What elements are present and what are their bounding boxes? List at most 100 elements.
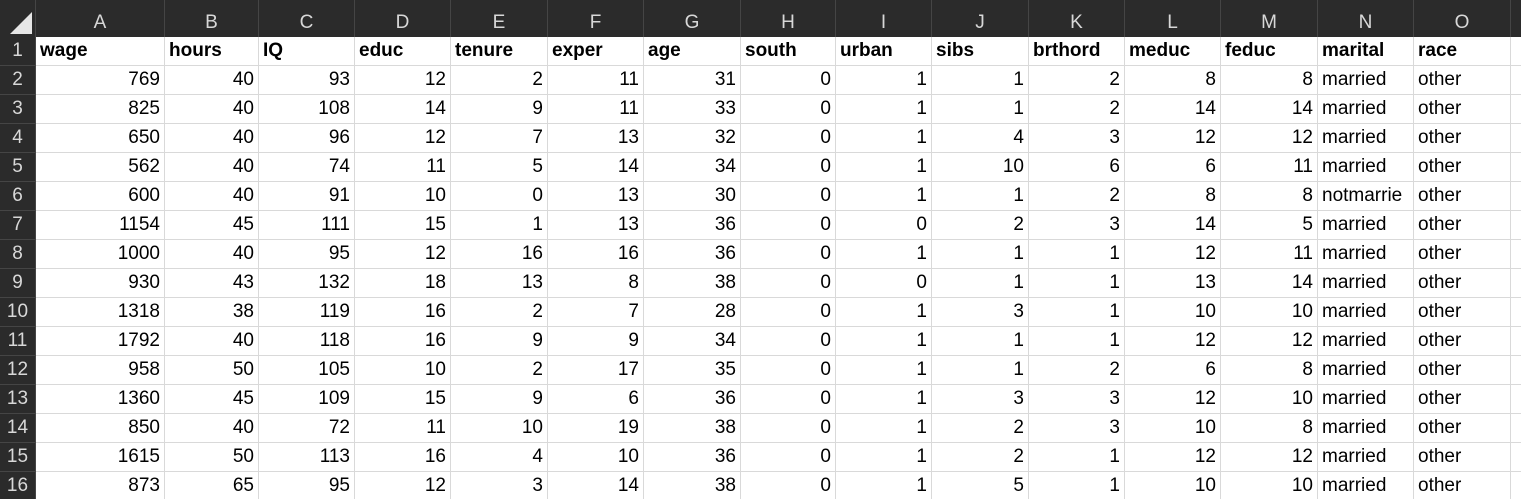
column-header-i[interactable]: I bbox=[836, 0, 932, 37]
cell-f[interactable]: 11 bbox=[548, 95, 644, 124]
cell-b[interactable]: 43 bbox=[165, 269, 259, 298]
cell-h[interactable]: 0 bbox=[741, 327, 836, 356]
cell-c[interactable]: 91 bbox=[259, 182, 355, 211]
select-all-button[interactable] bbox=[0, 0, 36, 37]
cell-a[interactable]: 600 bbox=[36, 182, 165, 211]
cell-empty[interactable] bbox=[1511, 298, 1521, 327]
cell-e[interactable]: 9 bbox=[451, 327, 548, 356]
cell-e[interactable]: 2 bbox=[451, 66, 548, 95]
cell-c[interactable]: 111 bbox=[259, 211, 355, 240]
column-header-b[interactable]: B bbox=[165, 0, 259, 37]
cell-l[interactable]: 13 bbox=[1125, 269, 1221, 298]
cell-a[interactable]: 650 bbox=[36, 124, 165, 153]
cell-k[interactable]: 1 bbox=[1029, 240, 1125, 269]
cell-h[interactable]: 0 bbox=[741, 153, 836, 182]
cell-h[interactable]: 0 bbox=[741, 66, 836, 95]
cell-o[interactable]: other bbox=[1414, 269, 1511, 298]
column-header-m[interactable]: M bbox=[1221, 0, 1318, 37]
cell-o[interactable]: other bbox=[1414, 182, 1511, 211]
spreadsheet-grid[interactable]: ABCDEFGHIJKLMNO 1 wage hours IQ educ tenure ex… bbox=[0, 0, 1521, 499]
cell-a[interactable]: 850 bbox=[36, 414, 165, 443]
cell-o[interactable]: other bbox=[1414, 327, 1511, 356]
cell-d[interactable]: 12 bbox=[355, 240, 451, 269]
cell-k[interactable]: 1 bbox=[1029, 327, 1125, 356]
cell-j[interactable]: 2 bbox=[932, 211, 1029, 240]
cell-d[interactable]: 11 bbox=[355, 153, 451, 182]
cell-g[interactable]: 36 bbox=[644, 211, 741, 240]
cell-m[interactable]: 11 bbox=[1221, 153, 1318, 182]
cell-i[interactable]: 1 bbox=[836, 66, 932, 95]
cell-f[interactable]: 13 bbox=[548, 182, 644, 211]
cell-h[interactable]: 0 bbox=[741, 240, 836, 269]
cell-i[interactable]: 1 bbox=[836, 356, 932, 385]
cell-l[interactable]: 12 bbox=[1125, 124, 1221, 153]
cell-d[interactable]: 12 bbox=[355, 124, 451, 153]
cell-l[interactable]: 6 bbox=[1125, 153, 1221, 182]
cell-empty[interactable] bbox=[1511, 124, 1521, 153]
cell-h[interactable]: south bbox=[741, 37, 836, 66]
cell-h[interactable]: 0 bbox=[741, 269, 836, 298]
cell-o[interactable]: other bbox=[1414, 240, 1511, 269]
cell-empty[interactable] bbox=[1511, 240, 1521, 269]
cell-j[interactable]: 1 bbox=[932, 66, 1029, 95]
cell-g[interactable]: 34 bbox=[644, 153, 741, 182]
cell-b[interactable]: 50 bbox=[165, 356, 259, 385]
cell-a[interactable]: 1000 bbox=[36, 240, 165, 269]
cell-k[interactable]: 1 bbox=[1029, 269, 1125, 298]
cell-h[interactable]: 0 bbox=[741, 443, 836, 472]
row-header[interactable]: 4 bbox=[0, 124, 36, 153]
cell-e[interactable]: 1 bbox=[451, 211, 548, 240]
cell-f[interactable]: 14 bbox=[548, 153, 644, 182]
row-header[interactable]: 11 bbox=[0, 327, 36, 356]
cell-n[interactable]: married bbox=[1318, 327, 1414, 356]
cell-f[interactable]: 10 bbox=[548, 443, 644, 472]
cell-j[interactable]: 1 bbox=[932, 95, 1029, 124]
row-header[interactable]: 13 bbox=[0, 385, 36, 414]
cell-n[interactable]: married bbox=[1318, 472, 1414, 499]
cell-e[interactable]: 13 bbox=[451, 269, 548, 298]
cell-k[interactable]: 1 bbox=[1029, 443, 1125, 472]
cell-e[interactable]: tenure bbox=[451, 37, 548, 66]
cell-n[interactable]: married bbox=[1318, 211, 1414, 240]
cell-g[interactable]: 36 bbox=[644, 240, 741, 269]
cell-c[interactable]: 118 bbox=[259, 327, 355, 356]
cell-o[interactable]: other bbox=[1414, 298, 1511, 327]
cell-a[interactable]: 958 bbox=[36, 356, 165, 385]
cell-c[interactable]: 113 bbox=[259, 443, 355, 472]
cell-l[interactable]: 6 bbox=[1125, 356, 1221, 385]
cell-e[interactable]: 3 bbox=[451, 472, 548, 499]
cell-i[interactable]: 1 bbox=[836, 95, 932, 124]
cell-empty[interactable] bbox=[1511, 95, 1521, 124]
cell-b[interactable]: 65 bbox=[165, 472, 259, 499]
cell-empty[interactable] bbox=[1511, 37, 1521, 66]
cell-i[interactable]: 1 bbox=[836, 298, 932, 327]
cell-g[interactable]: 38 bbox=[644, 472, 741, 499]
cell-n[interactable]: married bbox=[1318, 298, 1414, 327]
cell-c[interactable]: 95 bbox=[259, 240, 355, 269]
cell-g[interactable]: 31 bbox=[644, 66, 741, 95]
cell-b[interactable]: 40 bbox=[165, 182, 259, 211]
column-header-h[interactable]: H bbox=[741, 0, 836, 37]
cell-m[interactable]: 8 bbox=[1221, 182, 1318, 211]
cell-c[interactable]: 74 bbox=[259, 153, 355, 182]
cell-m[interactable]: 12 bbox=[1221, 443, 1318, 472]
cell-empty[interactable] bbox=[1511, 327, 1521, 356]
cell-e[interactable]: 9 bbox=[451, 95, 548, 124]
cell-f[interactable]: 8 bbox=[548, 269, 644, 298]
cell-k[interactable]: 3 bbox=[1029, 211, 1125, 240]
cell-f[interactable]: 7 bbox=[548, 298, 644, 327]
cell-i[interactable]: 1 bbox=[836, 472, 932, 499]
column-header-o[interactable]: O bbox=[1414, 0, 1511, 37]
cell-empty[interactable] bbox=[1511, 472, 1521, 499]
cell-k[interactable]: 3 bbox=[1029, 414, 1125, 443]
cell-j[interactable]: 3 bbox=[932, 298, 1029, 327]
cell-f[interactable]: 6 bbox=[548, 385, 644, 414]
cell-l[interactable]: meduc bbox=[1125, 37, 1221, 66]
cell-h[interactable]: 0 bbox=[741, 95, 836, 124]
cell-i[interactable]: 1 bbox=[836, 327, 932, 356]
cell-m[interactable]: 12 bbox=[1221, 327, 1318, 356]
row-header[interactable]: 5 bbox=[0, 153, 36, 182]
cell-f[interactable]: 13 bbox=[548, 211, 644, 240]
cell-o[interactable]: race bbox=[1414, 37, 1511, 66]
cell-g[interactable]: 34 bbox=[644, 327, 741, 356]
